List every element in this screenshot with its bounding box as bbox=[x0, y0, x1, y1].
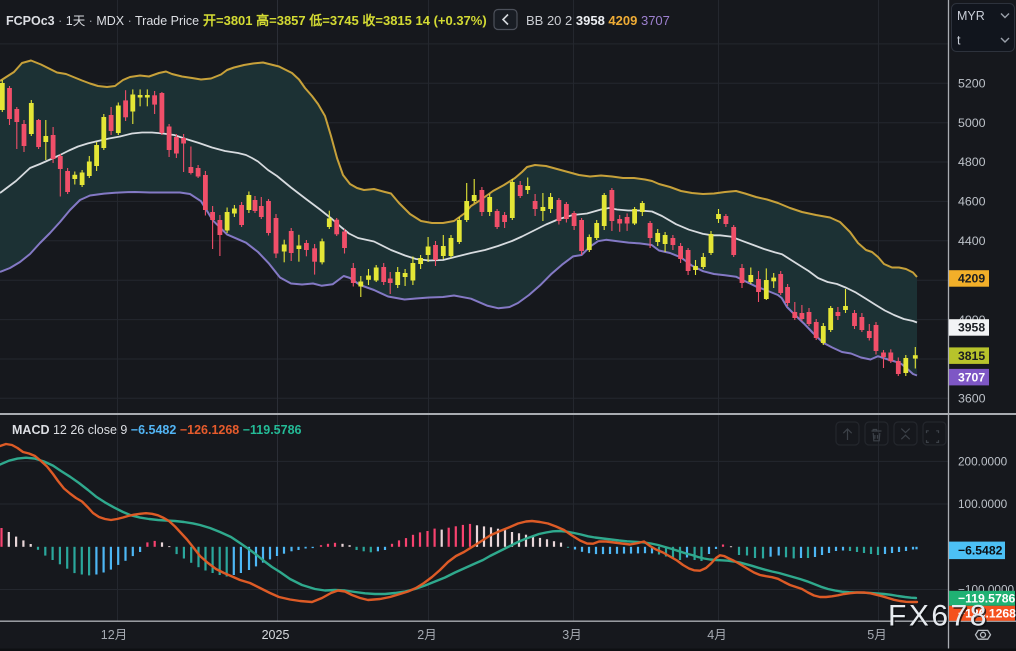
svg-text:5200: 5200 bbox=[958, 77, 986, 91]
svg-text:BB 20 2 3958 4209 3707: BB 20 2 3958 4209 3707 bbox=[526, 13, 670, 28]
svg-text:5月: 5月 bbox=[867, 628, 886, 642]
svg-text:3月: 3月 bbox=[562, 628, 581, 642]
svg-text:12月: 12月 bbox=[101, 628, 127, 642]
svg-text:MYR: MYR bbox=[957, 9, 985, 23]
svg-text:3600: 3600 bbox=[958, 392, 986, 406]
svg-text:4400: 4400 bbox=[958, 234, 986, 248]
svg-text:4209: 4209 bbox=[958, 272, 985, 286]
svg-text:4800: 4800 bbox=[958, 155, 986, 169]
svg-text:3958: 3958 bbox=[958, 321, 985, 335]
svg-text:4600: 4600 bbox=[958, 195, 986, 209]
svg-text:开=3801 高=3857 低=3745 收=3815 14: 开=3801 高=3857 低=3745 收=3815 14 (+0.37%) bbox=[203, 13, 487, 28]
svg-text:MACD 12 26 close 9 −6.5482 −: MACD 12 26 close 9 −6.5482 −126.1268 −11… bbox=[12, 423, 302, 437]
svg-text:5000: 5000 bbox=[958, 116, 986, 130]
svg-text:−6.5482: −6.5482 bbox=[958, 544, 1003, 558]
svg-text:2025: 2025 bbox=[262, 628, 290, 642]
svg-text:3707: 3707 bbox=[958, 370, 985, 384]
svg-text:2月: 2月 bbox=[417, 628, 436, 642]
svg-text:t: t bbox=[957, 34, 961, 48]
svg-text:4月: 4月 bbox=[707, 628, 726, 642]
svg-text:FCPOc3 · 1天 · MDX · Trade Pric: FCPOc3 · 1天 · MDX · Trade Price bbox=[6, 14, 199, 28]
svg-text:200.0000: 200.0000 bbox=[958, 455, 1008, 469]
svg-text:3815: 3815 bbox=[958, 349, 985, 363]
svg-text:FX678: FX678 bbox=[888, 600, 989, 633]
svg-text:100.0000: 100.0000 bbox=[958, 497, 1008, 511]
